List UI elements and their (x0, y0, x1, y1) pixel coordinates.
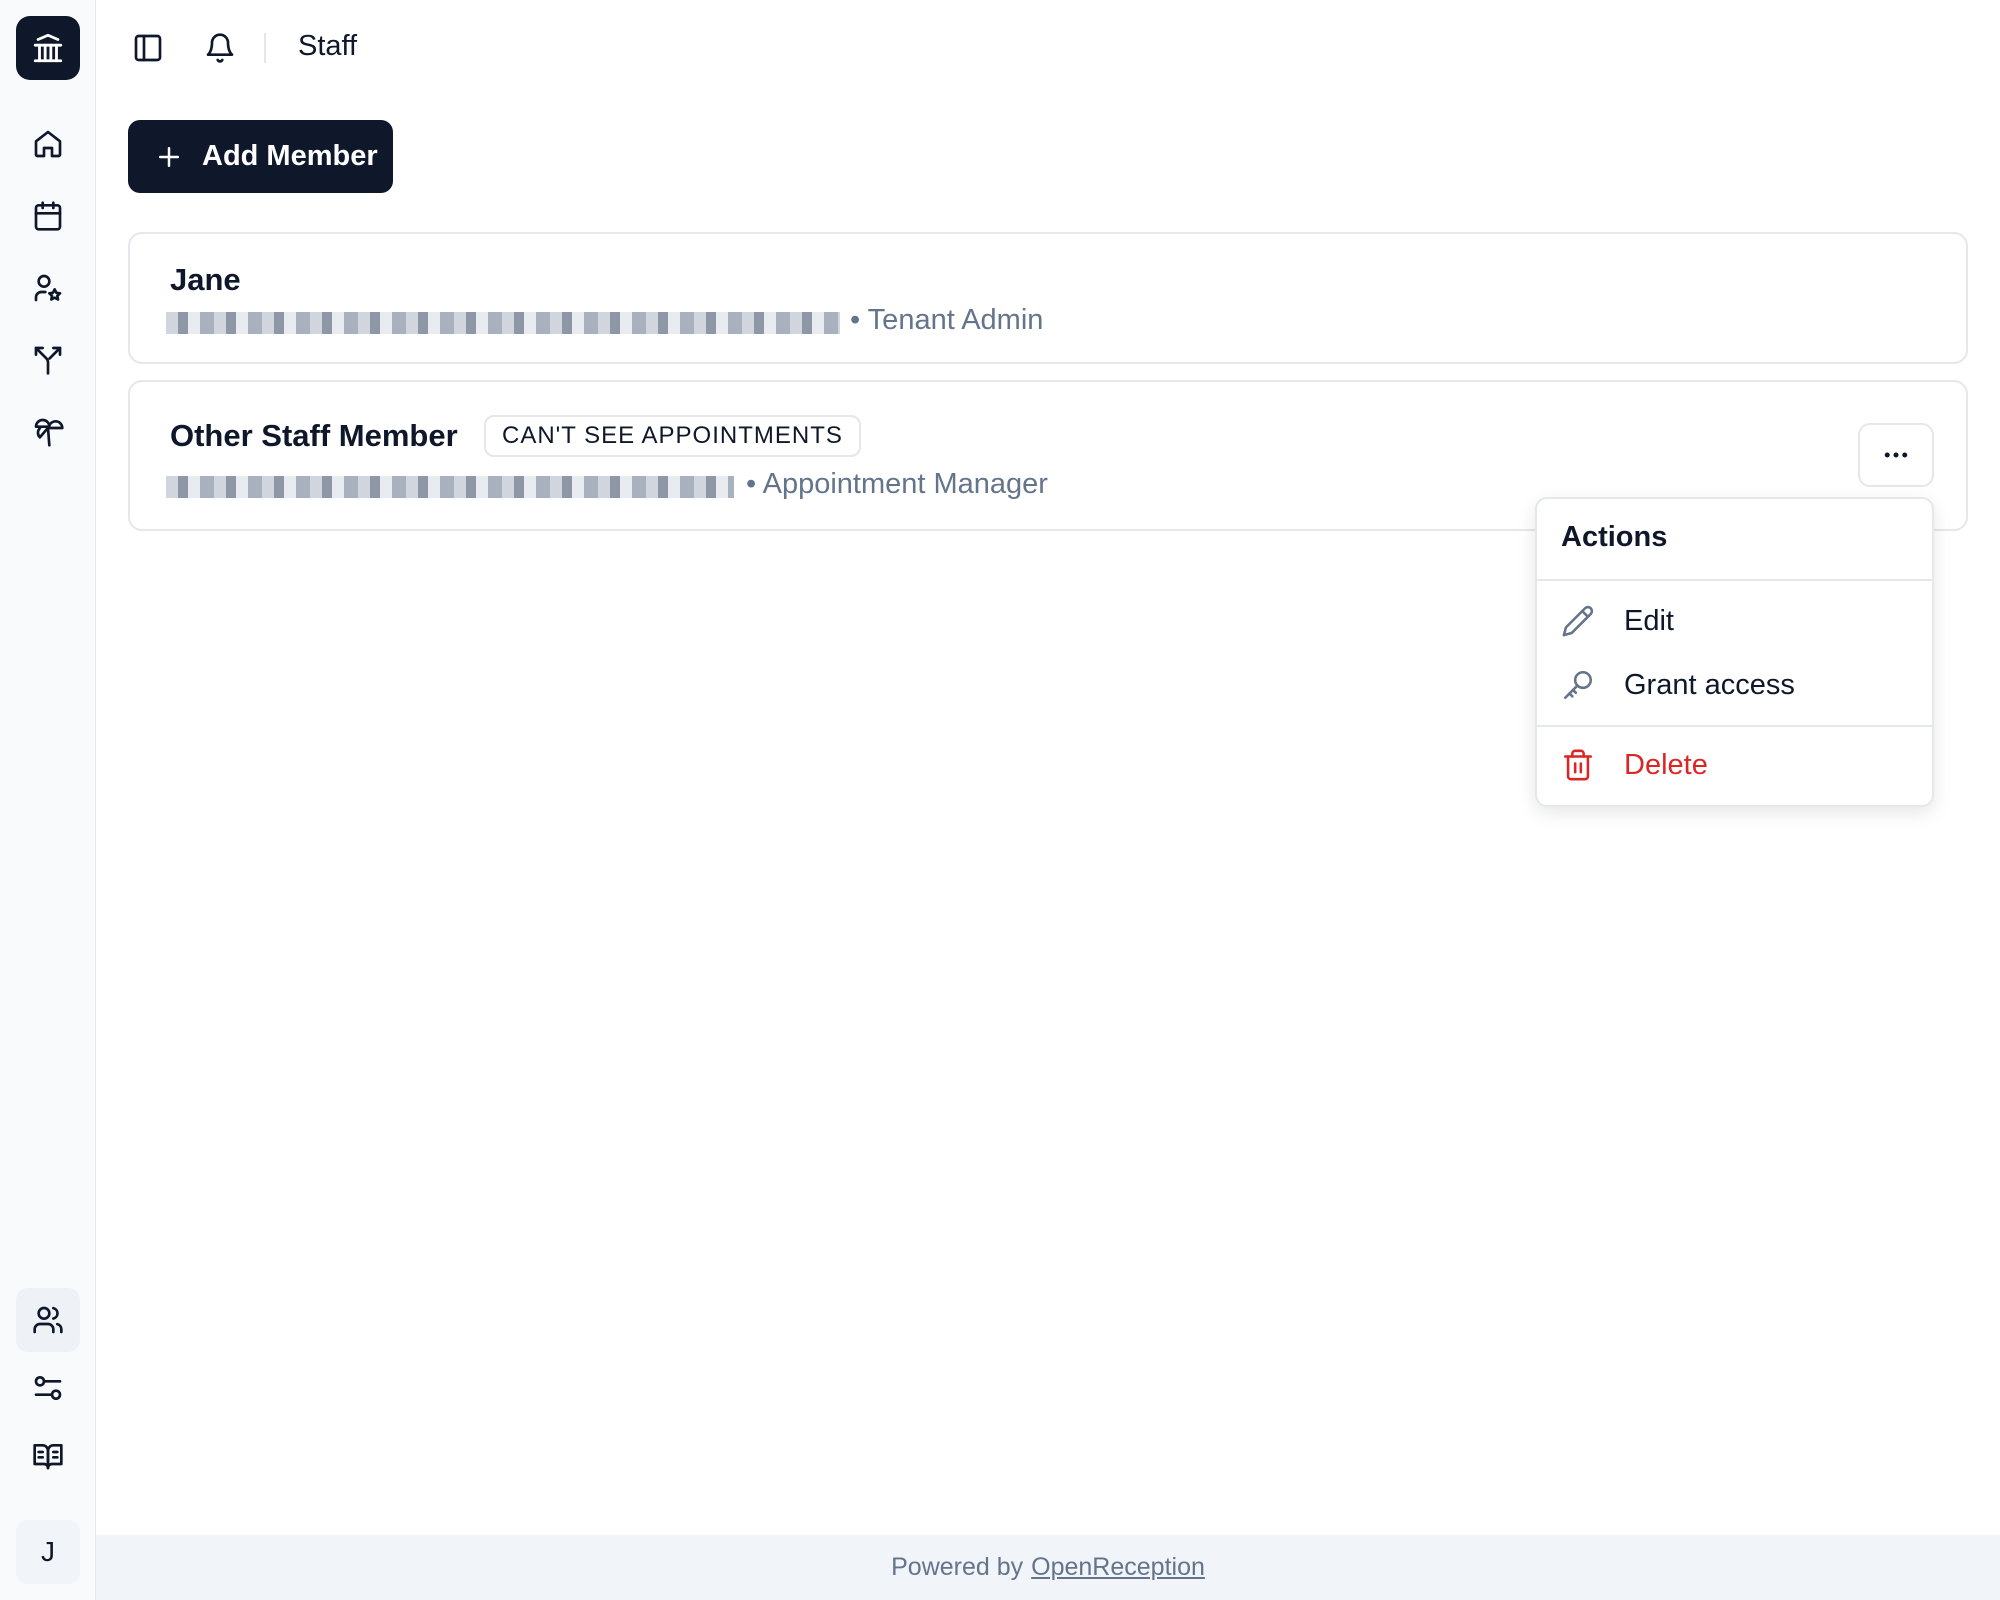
staff-card[interactable]: Jane • Tenant Admin (128, 232, 1968, 364)
notifications-button[interactable] (198, 26, 242, 70)
sidebar-item-clients[interactable] (16, 256, 80, 320)
sidebar-panel-icon (134, 34, 162, 62)
footer-prefix: Powered by (891, 1553, 1024, 1581)
sidebar-item-settings[interactable] (16, 1356, 80, 1420)
app-logo[interactable] (16, 16, 80, 80)
menu-divider (1537, 725, 1932, 727)
menu-item-delete[interactable]: Delete (1537, 735, 1932, 795)
menu-item-label: Edit (1624, 604, 1674, 637)
menu-item-label: Delete (1624, 748, 1708, 781)
sidebar-item-docs[interactable] (16, 1424, 80, 1488)
menu-item-grant-access[interactable]: Grant access (1537, 655, 1932, 715)
sidebar-item-home[interactable] (16, 112, 80, 176)
sidebar-item-staff[interactable] (16, 1288, 80, 1352)
sidebar-item-routing[interactable] (16, 328, 80, 392)
actions-menu: Actions Edit Grant access Delete (1535, 497, 1934, 807)
redacted-email (166, 476, 734, 498)
settings-sliders-icon (34, 1376, 62, 1400)
user-star-icon (34, 274, 62, 302)
trash-icon (1563, 749, 1593, 781)
status-badge: CAN'T SEE APPOINTMENTS (484, 415, 861, 457)
staff-name: Jane (170, 262, 241, 297)
palm-tree-icon (34, 418, 64, 447)
staff-name: Other Staff Member (170, 418, 458, 453)
page-title: Staff (298, 30, 358, 62)
more-actions-button[interactable] (1858, 423, 1934, 487)
staff-role: • Tenant Admin (850, 304, 1044, 336)
sidebar-item-calendar[interactable] (16, 184, 80, 248)
add-member-label: Add Member (202, 140, 378, 172)
sidebar: J (0, 0, 96, 1600)
footer: Powered by OpenReception (96, 1535, 2000, 1600)
bank-icon (33, 33, 63, 63)
pencil-icon (1562, 605, 1594, 637)
users-icon (33, 1306, 63, 1334)
user-avatar[interactable]: J (16, 1520, 80, 1584)
key-icon (1563, 670, 1593, 700)
app-root: J Staff Add Member Jane • Tenant Admin O… (0, 0, 2000, 1600)
book-open-icon (33, 1444, 63, 1470)
add-member-button[interactable]: Add Member (128, 120, 393, 193)
ellipsis-icon (1884, 452, 1908, 458)
menu-divider (1537, 579, 1932, 581)
menu-item-label: Grant access (1624, 668, 1795, 701)
staff-role: • Appointment Manager (746, 468, 1048, 500)
topbar-divider (264, 33, 266, 63)
home-icon (34, 130, 62, 158)
calendar-icon (34, 201, 62, 231)
toggle-sidebar-button[interactable] (126, 26, 170, 70)
menu-item-edit[interactable]: Edit (1537, 591, 1932, 651)
sidebar-item-vacations[interactable] (16, 400, 80, 464)
bell-icon (206, 33, 234, 63)
menu-title: Actions (1561, 521, 1668, 553)
plus-icon (159, 146, 179, 167)
redacted-email (166, 312, 840, 334)
footer-link[interactable]: OpenReception (1031, 1553, 1205, 1582)
split-icon (34, 346, 62, 375)
